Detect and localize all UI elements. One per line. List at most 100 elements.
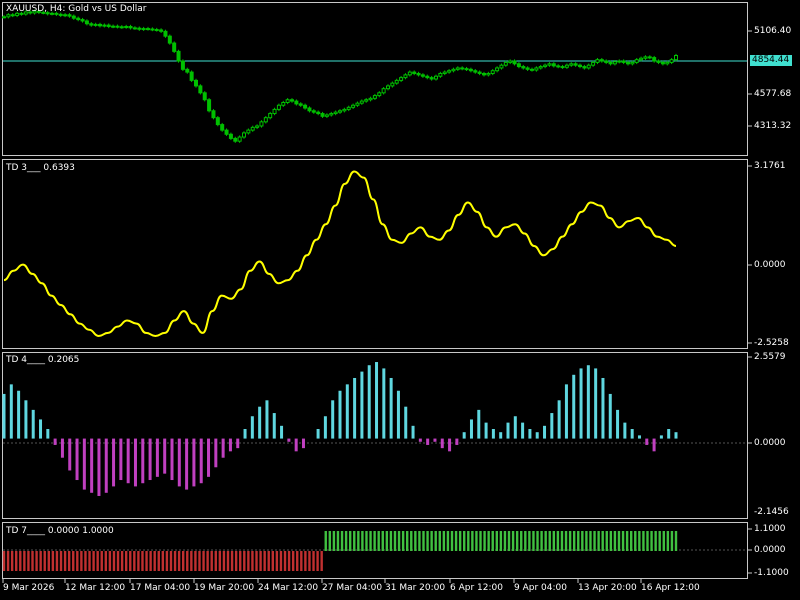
td7-bar [19, 551, 22, 571]
candle-body [259, 121, 264, 127]
td7-bar [263, 551, 266, 571]
candle-body [303, 104, 308, 109]
td7-bar [674, 531, 678, 551]
candle-body [159, 29, 164, 32]
td7-bar [43, 551, 46, 571]
td4-bar [9, 384, 13, 439]
candle-body [560, 66, 565, 69]
candle-body [564, 64, 569, 68]
td7-bar [348, 531, 352, 551]
td7-bar [426, 531, 429, 551]
td7-bar [239, 551, 242, 571]
td4-bar [616, 409, 620, 439]
td7-bar [589, 531, 592, 551]
td7-bar [182, 551, 185, 571]
td4-bar [521, 422, 525, 439]
candle-body [394, 79, 399, 84]
chart-canvas[interactable] [0, 0, 800, 600]
td7-bar [373, 531, 376, 551]
td7-bar [581, 531, 584, 551]
td4-bar [250, 416, 254, 439]
candle-body [486, 72, 491, 76]
td7-bar [133, 551, 136, 571]
candle-body [665, 61, 670, 65]
td7-bar [495, 531, 498, 551]
td7-bar [528, 531, 531, 551]
price-level-label: 4313.32 [754, 121, 792, 131]
td7-bar [202, 551, 205, 571]
axis-ticks [748, 30, 752, 574]
td7-bar [210, 551, 213, 571]
price-candles [2, 9, 678, 143]
candle-body [338, 110, 342, 113]
time-label: 31 Mar 20:00 [385, 583, 446, 593]
candle-body [669, 59, 674, 63]
td7-bar [308, 551, 311, 571]
td7-bar [467, 531, 470, 551]
candle-body [172, 42, 177, 52]
td4-bar [243, 429, 247, 439]
candle-body [617, 60, 622, 63]
candle-body [473, 70, 478, 73]
candle-body [652, 57, 657, 62]
candle-body [263, 117, 268, 123]
td7-bar [55, 551, 59, 571]
td4-bar [499, 432, 503, 439]
td7-bar [198, 551, 201, 571]
td7-bar [414, 531, 417, 551]
td7-bar [226, 551, 230, 571]
td4-bar [557, 400, 561, 439]
td4-bar [323, 416, 327, 439]
candle-body [399, 77, 404, 81]
td4-bar [659, 435, 663, 439]
candle-body [93, 23, 98, 26]
td7-bar [560, 531, 564, 551]
td7-bar [304, 551, 307, 571]
candle-body [416, 72, 421, 76]
td7-bar [491, 531, 494, 551]
td7-level-label: 0.0000 [754, 545, 786, 555]
td4-bar [506, 422, 510, 439]
time-label: 12 Mar 12:00 [65, 583, 126, 593]
candle-body [115, 25, 120, 28]
td7-bar [267, 551, 270, 571]
td7-bar [104, 551, 108, 571]
td4-level-label: 2.5579 [754, 352, 786, 362]
td4-bar [345, 384, 349, 439]
td7-bar [454, 531, 458, 551]
td4-title: TD 4____ 0.2065 [6, 355, 80, 365]
td7-bar [59, 551, 63, 571]
td7-bar [96, 551, 99, 571]
td4-bar [433, 438, 437, 442]
td7-bar [23, 551, 26, 571]
td7-bar [564, 531, 568, 551]
candle-body [320, 113, 325, 117]
time-label: 13 Apr 20:00 [578, 583, 637, 593]
candle-body [355, 102, 360, 106]
td4-bar [192, 438, 196, 487]
td7-bar [434, 531, 437, 551]
candle-body [6, 14, 11, 18]
candle-body [604, 60, 609, 63]
td7-bar [316, 551, 319, 571]
td7-bar [511, 531, 515, 551]
td4-bar [389, 377, 393, 439]
td7-bar [361, 531, 364, 551]
candle-body [154, 29, 159, 32]
candle-body [499, 64, 504, 69]
td7-bar [393, 531, 397, 551]
td7-bar [67, 551, 71, 571]
candle-body [76, 17, 81, 21]
candle-body [272, 108, 277, 115]
price-level-label: 5106.40 [754, 26, 792, 36]
td7-bar [129, 551, 132, 571]
td4-bar [652, 438, 656, 452]
td4-bar [491, 429, 495, 439]
td4-bar [97, 438, 101, 496]
td7-bar [173, 551, 177, 571]
td4-bar [469, 419, 473, 439]
td4-bar [221, 438, 225, 458]
candle-body [578, 64, 582, 68]
time-label: 27 Mar 04:00 [322, 583, 383, 593]
td7-bar [291, 551, 295, 571]
